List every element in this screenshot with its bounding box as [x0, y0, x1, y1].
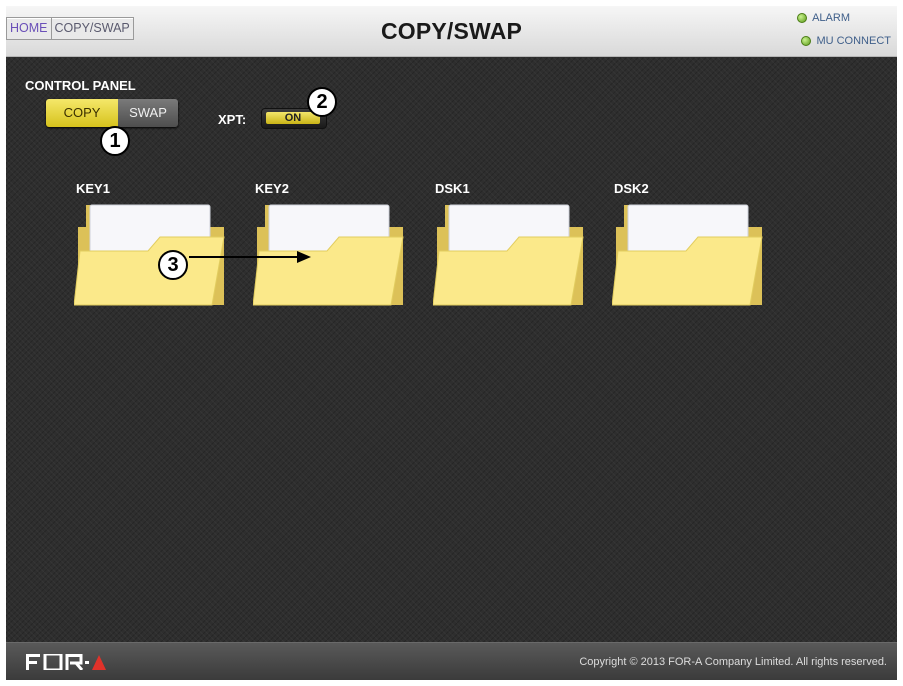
folder-dsk1[interactable]: DSK1 — [433, 181, 593, 321]
main-panel: CONTROL PANEL COPY SWAP XPT: ON 1 2 KEY1… — [6, 57, 897, 642]
app-frame: HOME COPY/SWAP COPY/SWAP ALARM MU CONNEC… — [6, 6, 897, 680]
header-bar: HOME COPY/SWAP COPY/SWAP ALARM MU CONNEC… — [6, 6, 897, 57]
callout-3-arrow-icon — [189, 251, 311, 263]
folder-icon — [433, 204, 584, 306]
alarm-status: ALARM — [797, 12, 850, 24]
alarm-led-icon — [797, 13, 808, 23]
copyright-text: Copyright © 2013 FOR-A Company Limited. … — [579, 656, 887, 668]
mu-connect-label: MU CONNECT — [816, 35, 891, 47]
folder-dsk2-label: DSK2 — [614, 181, 649, 196]
copy-button[interactable]: COPY — [46, 99, 118, 127]
alarm-label: ALARM — [812, 12, 850, 24]
swap-button[interactable]: SWAP — [118, 99, 178, 127]
folder-icon — [612, 204, 763, 306]
folder-key2-label: KEY2 — [255, 181, 289, 196]
folder-dsk2[interactable]: DSK2 — [612, 181, 772, 321]
callout-3-badge: 3 — [158, 250, 188, 280]
xpt-label: XPT: — [218, 112, 247, 127]
control-panel-label: CONTROL PANEL — [25, 78, 136, 93]
folder-key1-label: KEY1 — [76, 181, 110, 196]
mu-connect-led-icon — [801, 36, 812, 46]
footer-bar: Copyright © 2013 FOR-A Company Limited. … — [6, 642, 897, 680]
for-a-logo — [26, 654, 106, 670]
copy-swap-toggle: COPY SWAP — [46, 99, 178, 127]
mu-connect-status: MU CONNECT — [801, 35, 891, 47]
callout-2-badge: 2 — [307, 87, 337, 117]
callout-1-badge: 1 — [100, 126, 130, 156]
folder-dsk1-label: DSK1 — [435, 181, 470, 196]
page-title: COPY/SWAP — [380, 18, 523, 44]
